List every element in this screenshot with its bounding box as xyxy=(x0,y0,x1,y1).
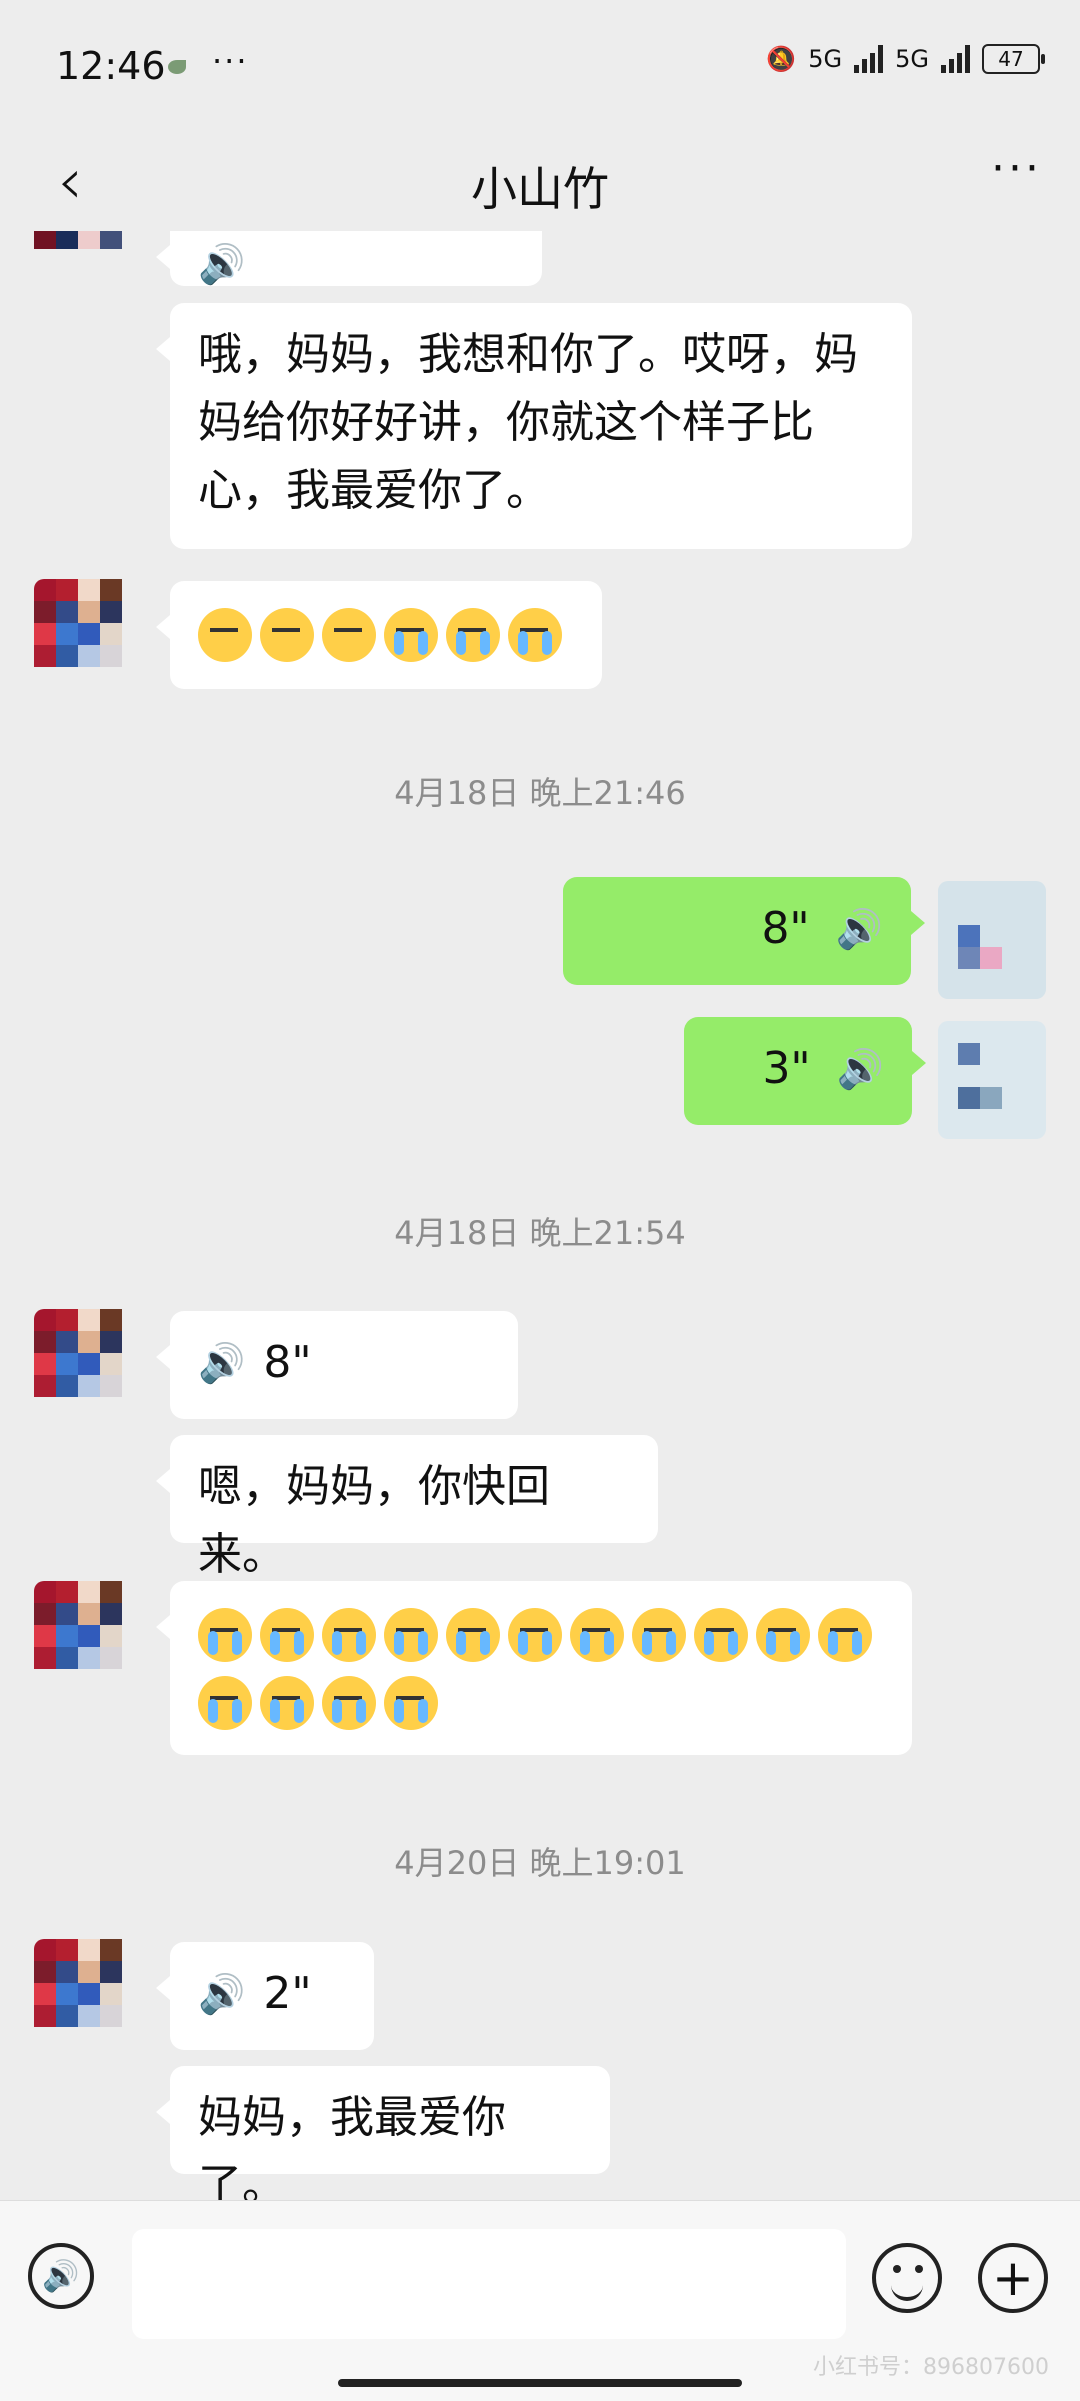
cry-emoji-icon xyxy=(384,1608,438,1662)
cry-emoji-icon xyxy=(384,608,438,662)
status-bar: 12:46 ··· 🔕 5G 5G 47 xyxy=(0,0,1080,135)
partial-voice-message[interactable]: 🔊 xyxy=(156,231,542,286)
voice-message[interactable]: 8" 🔊 xyxy=(563,877,925,985)
voice-duration: 3" xyxy=(762,1043,811,1094)
time-separator: 4月18日 晚上21:46 xyxy=(394,774,686,812)
self-avatar[interactable] xyxy=(938,1021,1046,1139)
battery-icon: 47 xyxy=(982,44,1045,74)
text-message[interactable]: 嗯，妈妈，你快回来。 xyxy=(156,1435,658,1580)
voice-icon: 🔊 xyxy=(836,1047,884,1091)
chat-title: 小山竹 xyxy=(471,162,609,216)
mute-icon: 🔕 xyxy=(766,45,797,73)
cry-emoji-icon xyxy=(508,1608,562,1662)
voice-duration: 2" xyxy=(263,1968,312,2019)
status-indicators: 🔕 5G 5G 47 xyxy=(766,44,1045,74)
cry-emoji-icon xyxy=(446,608,500,662)
voice-icon: 🔊 xyxy=(198,1972,246,2016)
emoji-message[interactable] xyxy=(156,581,602,689)
voice-toggle-icon[interactable]: 🔊 xyxy=(28,2243,94,2309)
voice-duration: 8" xyxy=(263,1337,312,1388)
cry-emoji-icon xyxy=(446,1608,500,1662)
avatar[interactable] xyxy=(34,231,142,323)
message-text: 妈妈，我最爱你了。 xyxy=(198,2092,506,2201)
voice-message[interactable]: 🔊 2" xyxy=(156,1942,374,2050)
voice-duration: 8" xyxy=(761,903,810,954)
home-indicator xyxy=(338,2379,742,2387)
laugh-emoji-icon xyxy=(322,608,376,662)
cry-emoji-icon xyxy=(570,1608,624,1662)
signal-icon-2 xyxy=(941,45,970,73)
cry-emoji-icon xyxy=(694,1608,748,1662)
time-separator: 4月18日 晚上21:54 xyxy=(394,1214,686,1252)
laugh-emoji-icon xyxy=(260,608,314,662)
network-label-1: 5G xyxy=(808,45,843,73)
emoji-message[interactable] xyxy=(156,1581,912,1755)
cry-emoji-icon xyxy=(198,1608,252,1662)
message-text: 哦，妈妈，我想和你了。哎呀，妈妈给你好好讲，你就这个样子比心，我最爱你了。 xyxy=(198,329,858,516)
time-separator: 4月20日 晚上19:01 xyxy=(394,1844,686,1882)
more-options-icon[interactable]: ··· xyxy=(991,143,1042,194)
app-notification-icon xyxy=(168,60,186,74)
message-input[interactable] xyxy=(132,2229,846,2339)
signal-icon-1 xyxy=(854,45,884,73)
cry-emoji-icon xyxy=(756,1608,810,1662)
cry-emoji-icon xyxy=(322,1608,376,1662)
network-label-2: 5G xyxy=(895,45,929,73)
message-text: 嗯，妈妈，你快回来。 xyxy=(198,1461,550,1580)
watermark: 小红书号：896807600 xyxy=(813,2355,1049,2380)
cry-emoji-icon xyxy=(322,1676,376,1730)
cry-emoji-icon xyxy=(632,1608,686,1662)
avatar[interactable] xyxy=(34,1939,142,2057)
cry-emoji-icon xyxy=(508,608,562,662)
voice-message[interactable]: 🔊 8" xyxy=(156,1311,518,1419)
status-more-dots: ··· xyxy=(212,42,249,80)
avatar[interactable] xyxy=(34,579,142,697)
voice-icon: 🔊 xyxy=(835,907,883,951)
voice-icon: 🔊 xyxy=(198,242,246,286)
cry-emoji-icon xyxy=(260,1608,314,1662)
chat-history[interactable]: 🔊 哦，妈妈，我想和你了。哎呀，妈妈给你好好讲，你就这个样子比心，我最爱你了。 … xyxy=(0,231,1080,2201)
cry-emoji-icon xyxy=(260,1676,314,1730)
emoji-icon[interactable] xyxy=(872,2243,942,2313)
text-message[interactable]: 妈妈，我最爱你了。 xyxy=(156,2066,610,2201)
text-message[interactable]: 哦，妈妈，我想和你了。哎呀，妈妈给你好好讲，你就这个样子比心，我最爱你了。 xyxy=(156,303,912,549)
voice-message[interactable]: 3" 🔊 xyxy=(684,1017,926,1125)
voice-icon: 🔊 xyxy=(198,1341,246,1385)
cry-emoji-icon xyxy=(384,1676,438,1730)
status-time: 12:46 xyxy=(56,44,166,88)
self-avatar[interactable] xyxy=(938,881,1046,999)
chat-input-bar: 🔊 + 小红书号：896807600 xyxy=(0,2200,1080,2401)
cry-emoji-icon xyxy=(198,1676,252,1730)
chat-header: ‹ 小山竹 ··· xyxy=(0,135,1080,231)
plus-icon[interactable]: + xyxy=(978,2243,1048,2313)
laugh-emoji-icon xyxy=(198,608,252,662)
cry-emoji-icon xyxy=(818,1608,872,1662)
avatar[interactable] xyxy=(34,1581,142,1699)
avatar[interactable] xyxy=(34,1309,142,1427)
